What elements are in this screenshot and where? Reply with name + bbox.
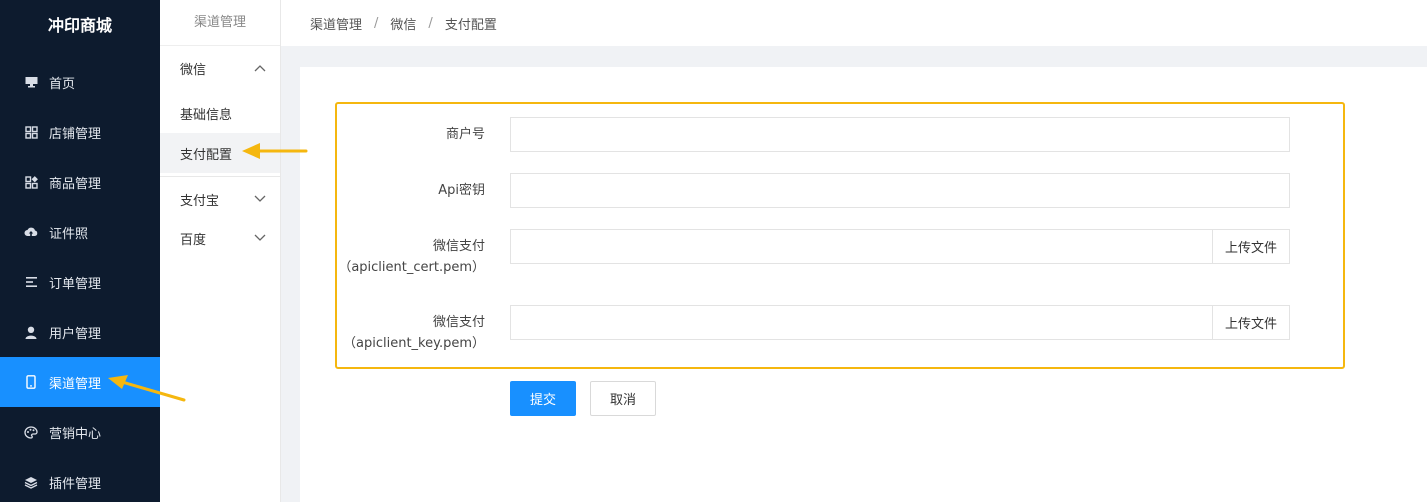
submenu-title: 渠道管理	[160, 0, 280, 46]
merchant-id-input[interactable]	[510, 117, 1290, 152]
sidebar-item-label: 插件管理	[49, 476, 102, 492]
cert-file-label: 微信支付 （apiclient_cert.pem）	[330, 236, 485, 278]
key-upload-button[interactable]: 上传文件	[1212, 305, 1290, 340]
sidebar-item-id-photo[interactable]: 证件照	[0, 207, 160, 257]
cancel-button[interactable]: 取消	[590, 381, 656, 416]
key-file-label-line1: 微信支付	[432, 315, 485, 330]
sidebar-item-label: 渠道管理	[49, 376, 102, 392]
submenu-item-label: 基础信息	[180, 107, 233, 123]
sidebar-item-products[interactable]: 商品管理	[0, 157, 160, 207]
submit-button[interactable]: 提交	[510, 381, 576, 416]
key-file-input[interactable]	[510, 305, 1213, 340]
sidebar-item-shop[interactable]: 店铺管理	[0, 107, 160, 157]
cert-file-label-line1: 微信支付	[432, 239, 485, 254]
layers-icon	[24, 475, 38, 489]
annotation-arrow-icon	[108, 375, 186, 402]
sidebar-item-label: 证件照	[49, 226, 89, 242]
chevron-up-icon	[254, 61, 266, 76]
sidebar-item-plugins[interactable]: 插件管理	[0, 457, 160, 502]
cert-upload-button[interactable]: 上传文件	[1212, 229, 1290, 264]
breadcrumb-item-current: 支付配置	[444, 17, 497, 33]
channel-submenu: 渠道管理 微信 基础信息 支付配置 支付宝 百度	[160, 0, 281, 502]
submenu-divider	[160, 176, 280, 177]
submenu-item-label: 支付配置	[180, 147, 233, 163]
cloud-upload-icon	[24, 225, 38, 239]
merchant-id-label: 商户号	[445, 127, 485, 142]
sidebar-item-label: 订单管理	[49, 276, 102, 292]
submenu-item-basic-info[interactable]: 基础信息	[160, 93, 280, 133]
sidebar-item-orders[interactable]: 订单管理	[0, 257, 160, 307]
main-sidebar: 冲印商城 首页 店铺管理 商品管理 证件照 订单管理 用户管理 渠道管理 营销中…	[0, 0, 160, 502]
submenu-group-baidu[interactable]: 百度	[160, 218, 280, 258]
annotation-arrow-icon	[242, 143, 308, 159]
submenu-group-wechat[interactable]: 微信	[160, 48, 280, 88]
submenu-group-alipay[interactable]: 支付宝	[160, 179, 280, 219]
sidebar-item-label: 店铺管理	[49, 126, 102, 142]
app-title: 冲印商城	[47, 16, 112, 35]
sidebar-item-marketing[interactable]: 营销中心	[0, 407, 160, 457]
user-icon	[24, 325, 38, 339]
key-file-label-line2: （apiclient_key.pem）	[343, 336, 485, 351]
mobile-icon	[24, 375, 38, 389]
breadcrumb-item[interactable]: 渠道管理	[310, 14, 362, 33]
breadcrumb: 渠道管理 / 微信 / 支付配置	[281, 0, 1427, 46]
chevron-down-icon	[254, 192, 266, 207]
submenu-group-label: 微信	[180, 62, 207, 78]
cert-file-label-line2: （apiclient_cert.pem）	[338, 260, 485, 275]
sidebar-item-label: 营销中心	[49, 426, 102, 442]
key-file-label: 微信支付 （apiclient_key.pem）	[330, 312, 485, 354]
chevron-down-icon	[254, 231, 266, 246]
submenu-group-label: 百度	[180, 232, 207, 248]
sidebar-item-label: 用户管理	[49, 326, 102, 342]
apps-icon	[24, 175, 38, 189]
palette-icon	[24, 425, 38, 439]
monitor-icon	[24, 75, 38, 89]
list-icon	[24, 275, 38, 289]
cert-file-input[interactable]	[510, 229, 1213, 264]
sidebar-item-label: 商品管理	[49, 176, 102, 192]
api-key-input[interactable]	[510, 173, 1290, 208]
breadcrumb-separator: /	[428, 15, 433, 31]
sidebar-item-home[interactable]: 首页	[0, 57, 160, 107]
submenu-group-label: 支付宝	[180, 193, 220, 209]
api-key-label: Api密钥	[438, 183, 485, 198]
breadcrumb-separator: /	[374, 15, 379, 31]
grid-icon	[24, 125, 38, 139]
breadcrumb-item[interactable]: 微信	[390, 14, 416, 33]
sidebar-item-users[interactable]: 用户管理	[0, 307, 160, 357]
sidebar-item-label: 首页	[49, 76, 76, 92]
